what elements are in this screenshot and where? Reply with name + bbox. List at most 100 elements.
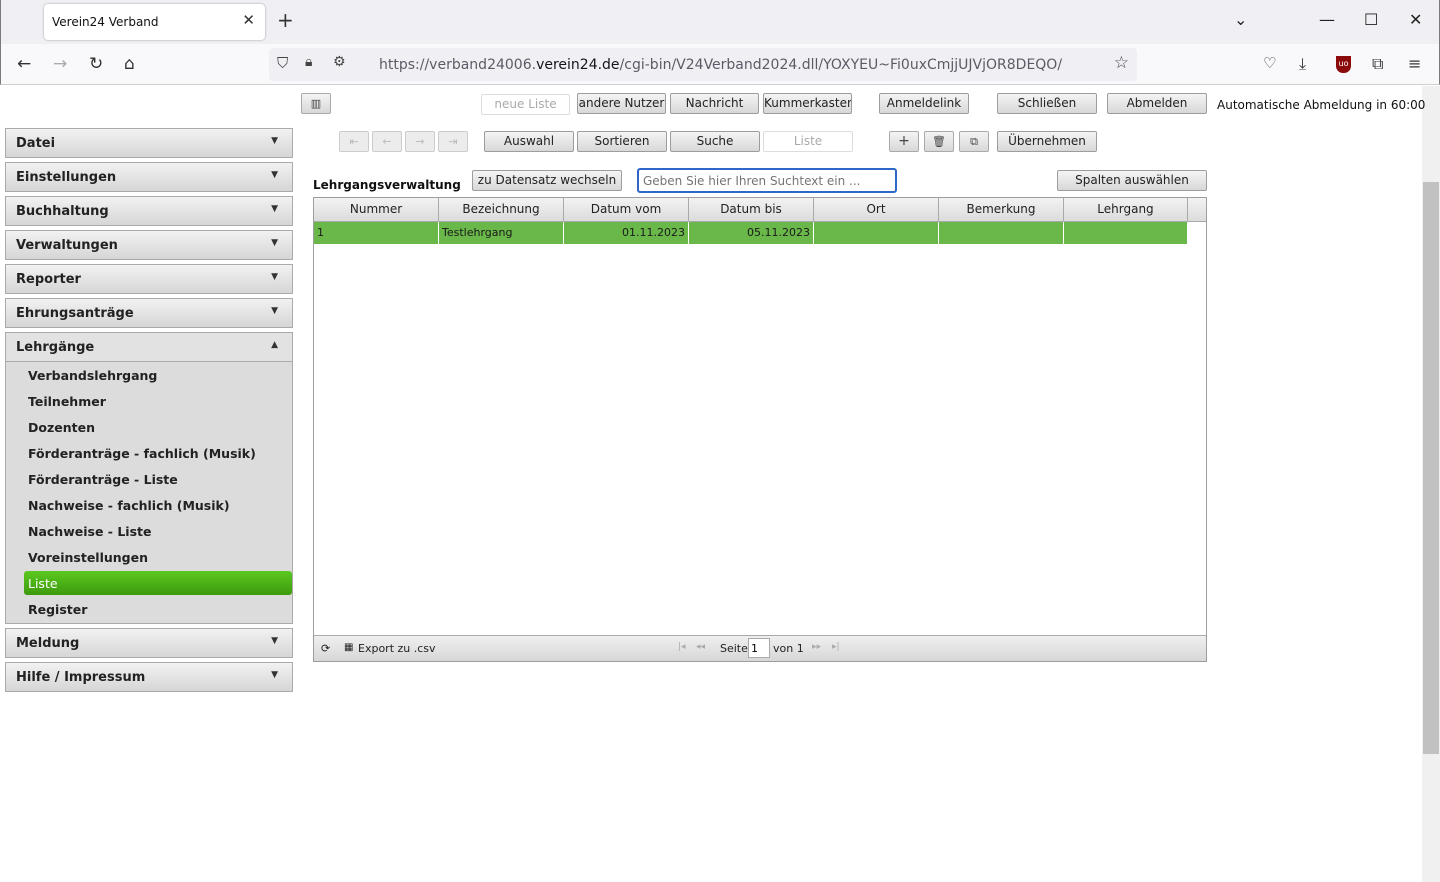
menu-icon[interactable]: ≡ (1408, 54, 1421, 73)
selection-button[interactable]: Auswahl (484, 131, 574, 152)
maximize-icon[interactable]: ☐ (1364, 10, 1378, 29)
sidebar-item-label: Meldung (16, 636, 80, 651)
permissions-icon[interactable]: ⚙ (333, 54, 346, 70)
bookmark-star-icon[interactable]: ☆ (1114, 53, 1129, 73)
list-button[interactable]: Liste (763, 131, 853, 152)
complaint-box-button[interactable]: Kummerkasten (763, 93, 852, 114)
column-header-ort[interactable]: Ort (814, 198, 939, 222)
submenu-register[interactable]: Register (28, 602, 87, 617)
submenu-liste[interactable]: Liste (28, 576, 58, 591)
submenu-foerderantraege-fachlich[interactable]: Förderanträge - fachlich (Musik) (28, 446, 256, 461)
chevron-down-icon: ▼ (271, 238, 278, 248)
copy-icon[interactable]: ⧉ (959, 131, 989, 152)
page-label: Seite (720, 642, 748, 655)
tab-bar: Verein24 Verband ✕ + ⌄ — ☐ ✕ (0, 0, 1440, 44)
sidebar-item-ehrungsantraege[interactable]: Ehrungsanträge ▼ (5, 298, 293, 328)
shield-icon[interactable]: ⛉ (277, 54, 288, 72)
download-icon[interactable]: ⤓ (1299, 54, 1306, 74)
home-icon[interactable]: ⌂ (124, 54, 135, 74)
sidebar-item-label: Verwaltungen (16, 238, 118, 253)
login-link-button[interactable]: Anmeldelink (879, 93, 969, 114)
browser-tab[interactable]: Verein24 Verband ✕ (44, 4, 265, 40)
trash-icon[interactable]: 🗑︎ (924, 131, 954, 152)
cell-lehrgang-einrichtung[interactable] (1064, 222, 1188, 244)
window-close-icon[interactable]: ✕ (1409, 10, 1422, 29)
cell-bemerkung[interactable] (939, 222, 1064, 244)
url-text[interactable]: https://verband24006.verein24.de/cgi-bin… (379, 57, 1062, 73)
prev-page-icon[interactable]: ◂◂ (696, 642, 705, 652)
message-button[interactable]: Nachricht (670, 93, 759, 114)
submenu-nachweise-liste[interactable]: Nachweise - Liste (28, 524, 151, 539)
submenu-teilnehmer[interactable]: Teilnehmer (28, 394, 106, 409)
search-button[interactable]: Suche (670, 131, 760, 152)
column-header-lehrgang-einrichtung[interactable]: Lehrgang Einrichtung (1064, 198, 1188, 239)
new-list-button[interactable]: neue Liste (481, 94, 570, 115)
new-tab-icon[interactable]: + (277, 8, 294, 32)
chevron-down-icon: ▼ (271, 636, 278, 646)
sidebar-item-label: Datei (16, 136, 56, 151)
sidebar-item-buchhaltung[interactable]: Buchhaltung ▼ (5, 196, 293, 226)
lock-icon[interactable]: 🔒︎ (305, 54, 312, 70)
sort-button[interactable]: Sortieren (577, 131, 667, 152)
csv-icon: ▦ (344, 642, 354, 653)
submenu-nachweise-fachlich[interactable]: Nachweise - fachlich (Musik) (28, 498, 230, 513)
cell-bezeichnung[interactable]: Testlehrgang (439, 222, 564, 244)
sidebar-item-lehrgaenge[interactable]: Lehrgänge ▲ (5, 332, 293, 362)
add-icon[interactable]: + (889, 131, 919, 152)
column-header-bezeichnung[interactable]: Bezeichnung (439, 198, 564, 222)
reload-icon[interactable]: ↻ (89, 54, 103, 74)
submenu-verbandslehrgang[interactable]: Verbandslehrgang (28, 368, 157, 383)
last-record-icon[interactable]: ⇥ (438, 131, 468, 152)
column-header-datum-vom[interactable]: Datum vom (564, 198, 689, 222)
submenu-voreinstellungen[interactable]: Voreinstellungen (28, 550, 148, 565)
minimize-icon[interactable]: — (1319, 10, 1335, 29)
sidebar-item-label: Einstellungen (16, 170, 117, 185)
sidebar-item-datei[interactable]: Datei ▼ (5, 128, 293, 158)
page-number-input[interactable] (748, 638, 770, 658)
refresh-icon[interactable]: ⟳ (321, 642, 330, 655)
switch-record-button[interactable]: zu Datensatz wechseln (472, 170, 622, 191)
column-header-datum-bis[interactable]: Datum bis (689, 198, 814, 222)
page-total-label: von 1 (773, 642, 804, 655)
back-icon[interactable]: ← (17, 54, 31, 74)
page-scrollbar[interactable] (1422, 86, 1440, 882)
cell-ort[interactable] (814, 222, 939, 244)
extensions-icon[interactable]: ⧉ (1372, 54, 1383, 74)
prev-record-icon[interactable]: ← (372, 131, 402, 152)
submenu-foerderantraege-liste[interactable]: Förderanträge - Liste (28, 472, 178, 487)
sidebar-item-reporter[interactable]: Reporter ▼ (5, 264, 293, 294)
scrollbar-thumb[interactable] (1423, 182, 1439, 754)
close-button[interactable]: Schließen (997, 93, 1097, 114)
sidebar-item-meldung[interactable]: Meldung ▼ (5, 628, 293, 658)
column-header-nummer[interactable]: Nummer (314, 198, 439, 222)
first-page-icon[interactable]: |◂ (678, 642, 686, 652)
tab-list-icon[interactable]: ⌄ (1234, 10, 1247, 29)
first-record-icon[interactable]: ⇤ (339, 131, 369, 152)
next-record-icon[interactable]: → (405, 131, 435, 152)
column-header-bemerkung[interactable]: Bemerkung (939, 198, 1064, 222)
ublock-icon[interactable]: uo (1336, 56, 1351, 73)
export-csv-link[interactable]: Export zu .csv (358, 642, 436, 655)
cell-nummer[interactable]: 1 (314, 222, 439, 244)
sidebar-item-hilfe[interactable]: Hilfe / Impressum ▼ (5, 662, 293, 692)
apply-button[interactable]: Übernehmen (997, 131, 1097, 152)
cell-datum-vom[interactable]: 01.11.2023 (564, 222, 689, 244)
cell-datum-bis[interactable]: 05.11.2023 (689, 222, 814, 244)
search-input[interactable] (637, 168, 897, 193)
sidebar-item-einstellungen[interactable]: Einstellungen ▼ (5, 162, 293, 192)
url-bar[interactable]: ⛉ 🔒︎ ⚙ https://verband24006.verein24.de/… (269, 48, 1137, 81)
pocket-icon[interactable]: ♡ (1263, 54, 1276, 72)
next-page-icon[interactable]: ▸▸ (812, 642, 821, 652)
select-columns-button[interactable]: Spalten auswählen (1057, 170, 1207, 191)
other-users-button[interactable]: andere Nutzer (577, 93, 666, 114)
close-tab-icon[interactable]: ✕ (242, 11, 255, 29)
forward-icon[interactable]: → (53, 54, 67, 74)
auto-logout-text: Automatische Abmeldung in 60:00 (1217, 98, 1426, 112)
chevron-down-icon: ▼ (271, 136, 278, 146)
last-page-icon[interactable]: ▸| (832, 642, 840, 652)
sidebar-item-verwaltungen[interactable]: Verwaltungen ▼ (5, 230, 293, 260)
grip-icon[interactable]: ▥ (301, 93, 331, 114)
sidebar-item-label: Buchhaltung (16, 204, 109, 219)
logout-button[interactable]: Abmelden (1107, 93, 1207, 114)
submenu-dozenten[interactable]: Dozenten (28, 420, 95, 435)
